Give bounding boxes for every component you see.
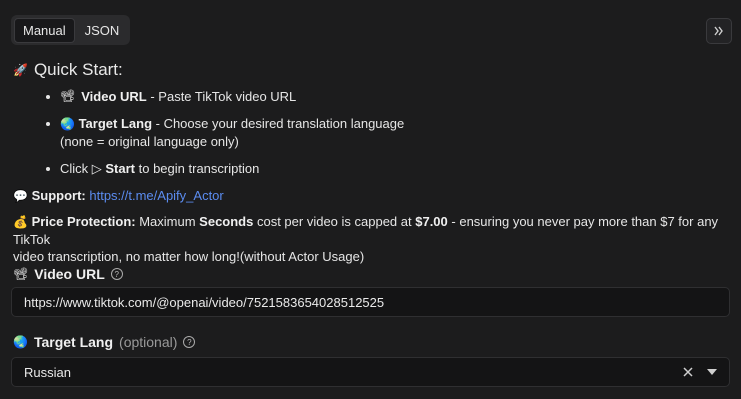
- price-text-1: Maximum: [135, 214, 200, 229]
- globe-icon: 🌏: [13, 335, 28, 349]
- item-prefix: Click ▷: [60, 161, 106, 176]
- speech-bubble-icon: 💬: [13, 189, 28, 203]
- item-bold: Start: [105, 161, 136, 176]
- bullet: [46, 95, 50, 99]
- support-link[interactable]: https://t.me/Apify_Actor: [89, 188, 223, 203]
- double-chevron-right-icon: [714, 26, 723, 36]
- quick-start-item-video-url: 📽 Video URL - Paste TikTok video URL: [46, 88, 296, 105]
- help-icon[interactable]: ?: [110, 268, 123, 280]
- quick-start-title-text: Quick Start:: [33, 60, 123, 79]
- item-text-2: (none = original language only): [60, 134, 239, 149]
- tab-manual[interactable]: Manual: [14, 17, 75, 43]
- target-lang-label-text: Target Lang: [33, 334, 114, 350]
- tab-json[interactable]: JSON: [77, 19, 128, 42]
- price-bold-2: $7.00: [415, 214, 448, 229]
- quick-start-item-start: Click ▷ Start to begin transcription: [46, 160, 259, 177]
- price-bold-1: Seconds: [199, 214, 254, 229]
- support-line: 💬 Support: https://t.me/Apify_Actor: [13, 187, 224, 205]
- bullet: [46, 122, 50, 126]
- money-bag-icon: 💰: [13, 215, 28, 229]
- item-text: - Choose your desired translation langua…: [152, 116, 405, 131]
- globe-icon: 🌏: [60, 117, 75, 131]
- optional-tag: (optional): [119, 334, 178, 350]
- quick-start-item-target-lang: 🌏 Target Lang - Choose your desired tran…: [46, 115, 404, 150]
- collapse-button[interactable]: [706, 18, 732, 44]
- target-lang-select[interactable]: Russian: [11, 357, 730, 387]
- target-lang-label: 🌏 Target Lang (optional) ?: [13, 334, 196, 350]
- price-protection-note: 💰 Price Protection: Maximum Seconds cost…: [13, 213, 733, 265]
- input-mode-tabs: Manual JSON: [11, 15, 131, 45]
- film-icon: 📽: [60, 89, 76, 103]
- price-label: Price Protection:: [31, 214, 136, 229]
- video-url-label: 📽 Video URL ?: [13, 266, 123, 282]
- rocket-icon: 🚀: [13, 63, 28, 77]
- item-text: to begin transcription: [135, 161, 260, 176]
- help-icon[interactable]: ?: [183, 336, 196, 348]
- target-lang-value: Russian: [24, 364, 71, 380]
- quick-start-title: 🚀 Quick Start:: [13, 60, 123, 80]
- item-bold: Target Lang: [78, 116, 153, 131]
- video-url-input[interactable]: https://www.tiktok.com/@openai/video/752…: [11, 287, 730, 317]
- price-text-line2: video transcription, no matter how long!…: [13, 249, 365, 264]
- item-bold: Video URL: [81, 89, 147, 104]
- film-icon: 📽: [13, 267, 29, 281]
- item-text: - Paste TikTok video URL: [146, 89, 297, 104]
- price-text-2: cost per video is capped at: [253, 214, 416, 229]
- bullet: [46, 167, 50, 171]
- support-label: Support:: [31, 188, 86, 203]
- video-url-value: https://www.tiktok.com/@openai/video/752…: [24, 294, 385, 310]
- chevron-down-icon[interactable]: [707, 369, 717, 375]
- clear-icon[interactable]: [683, 367, 693, 377]
- video-url-label-text: Video URL: [34, 266, 105, 282]
